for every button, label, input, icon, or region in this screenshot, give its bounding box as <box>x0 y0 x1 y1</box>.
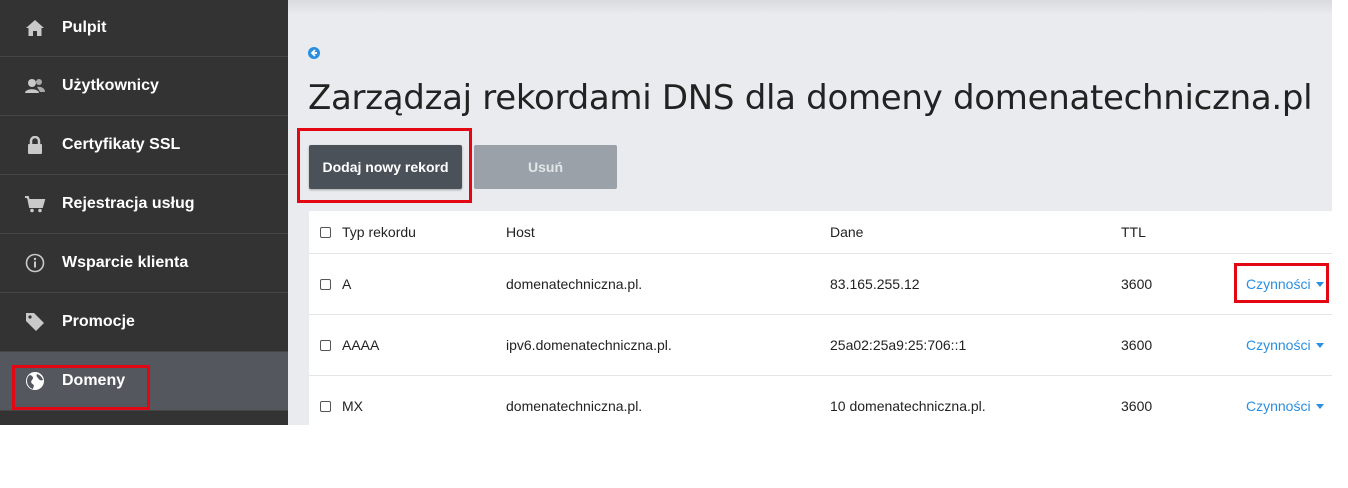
users-icon <box>24 75 46 97</box>
sidebar-item-label: Wsparcie klienta <box>62 254 189 271</box>
sidebar-item-label: Promocje <box>62 313 135 330</box>
actions-dropdown[interactable]: Czynności <box>1246 276 1324 292</box>
cart-icon <box>24 193 46 215</box>
sidebar-item-rejestracja-uslug[interactable]: Rejestracja usług <box>0 175 288 234</box>
delete-button[interactable]: Usuń <box>474 145 617 189</box>
sidebar-item-promocje[interactable]: Promocje <box>0 293 288 352</box>
sidebar-item-wsparcie-klienta[interactable]: Wsparcie klienta <box>0 234 288 293</box>
record-type: MX <box>342 398 363 414</box>
add-record-button[interactable]: Dodaj nowy rekord <box>309 145 462 189</box>
record-ttl: 3600 <box>1121 276 1153 292</box>
main-content: Zarządzaj rekordami DNS dla domeny domen… <box>288 0 1332 425</box>
header-ttl: TTL <box>1121 224 1146 240</box>
record-host: ipv6.domenatechniczna.pl. <box>506 337 672 353</box>
globe-icon <box>24 370 46 392</box>
caret-down-icon <box>1315 342 1324 348</box>
actions-label: Czynności <box>1246 337 1311 353</box>
record-data: 83.165.255.12 <box>830 276 920 292</box>
actions-dropdown[interactable]: Czynności <box>1246 337 1324 353</box>
record-type: A <box>342 276 352 292</box>
table-header: Typ rekordu Host Dane TTL <box>309 211 1332 254</box>
back-arrow-icon[interactable] <box>308 46 320 59</box>
sidebar-item-label: Pulpit <box>62 19 107 36</box>
row-checkbox[interactable] <box>320 400 331 412</box>
header-data: Dane <box>830 224 864 240</box>
table-row: AAAA ipv6.domenatechniczna.pl. 25a02:25a… <box>309 315 1332 376</box>
table-row: A domenatechniczna.pl. 83.165.255.12 360… <box>309 254 1332 315</box>
sidebar-item-uzytkownicy[interactable]: Użytkownicy <box>0 57 288 116</box>
table-row: MX domenatechniczna.pl. 10 domenatechnic… <box>309 376 1332 425</box>
sidebar-item-label: Domeny <box>62 372 126 389</box>
dns-records-table: Typ rekordu Host Dane TTL A domenatechni… <box>309 211 1332 425</box>
sidebar-item-pulpit[interactable]: Pulpit <box>0 0 288 57</box>
header-type: Typ rekordu <box>342 224 416 240</box>
sidebar-item-domeny[interactable]: Domeny <box>0 352 288 411</box>
home-icon <box>24 17 46 39</box>
caret-down-icon <box>1315 403 1324 409</box>
tag-icon <box>24 311 46 333</box>
caret-down-icon <box>1315 281 1324 287</box>
record-type: AAAA <box>342 337 380 353</box>
record-ttl: 3600 <box>1121 398 1153 414</box>
sidebar-item-label: Użytkownicy <box>62 77 159 94</box>
sidebar-item-label: Certyfikaty SSL <box>62 136 181 153</box>
row-checkbox[interactable] <box>320 339 331 351</box>
sidebar-item-label: Rejestracja usług <box>62 195 195 212</box>
sidebar-item-certyfikaty-ssl[interactable]: Certyfikaty SSL <box>0 116 288 175</box>
actions-label: Czynności <box>1246 398 1311 414</box>
record-data: 10 domenatechniczna.pl. <box>830 398 986 414</box>
page-title: Zarządzaj rekordami DNS dla domeny domen… <box>308 78 1313 118</box>
record-data: 25a02:25a9:25:706::1 <box>830 337 967 353</box>
info-icon <box>24 252 46 274</box>
actions-label: Czynności <box>1246 276 1311 292</box>
record-host: domenatechniczna.pl. <box>506 276 643 292</box>
row-checkbox[interactable] <box>320 278 331 290</box>
sidebar: Pulpit Użytkownicy Certyfikaty SSL Rejes… <box>0 0 288 425</box>
header-host: Host <box>506 224 535 240</box>
record-ttl: 3600 <box>1121 337 1153 353</box>
select-all-checkbox[interactable] <box>320 226 331 238</box>
lock-icon <box>24 134 46 156</box>
actions-dropdown[interactable]: Czynności <box>1246 398 1324 414</box>
top-shade <box>288 0 1332 14</box>
record-host: domenatechniczna.pl. <box>506 398 643 414</box>
